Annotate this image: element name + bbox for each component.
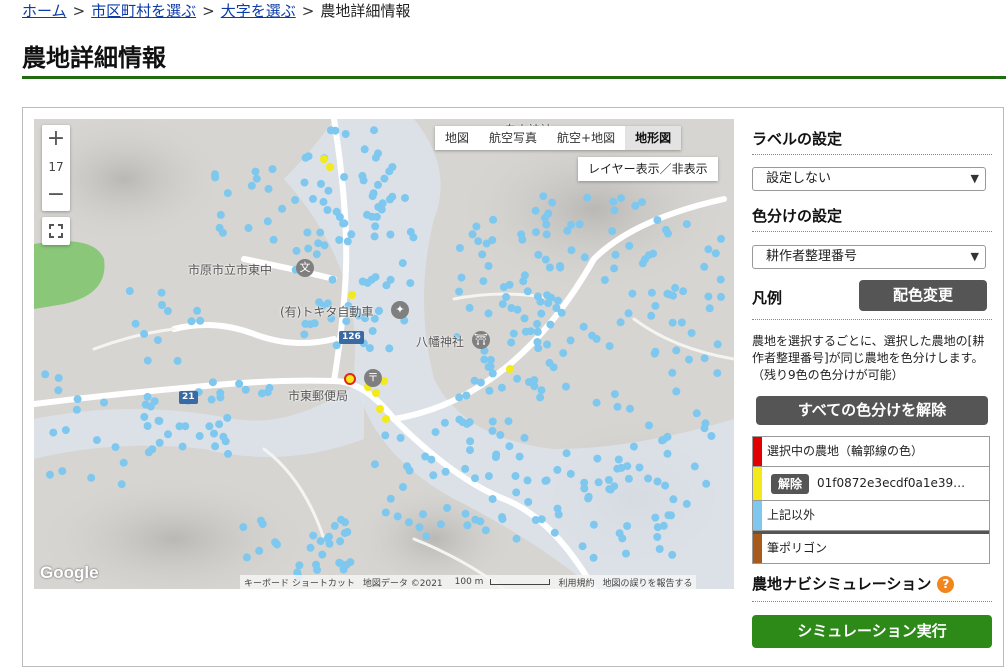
breadcrumb-separator: >: [72, 2, 86, 20]
color-settings-heading: 色分けの設定: [752, 207, 843, 225]
recolor-button[interactable]: 配色変更: [859, 280, 987, 311]
chevron-down-icon: ▼: [970, 250, 979, 263]
map-type-map[interactable]: 地図: [435, 126, 479, 150]
legend-swatch-blue: [753, 501, 762, 530]
breadcrumb: ホーム > 市区町村を選ぶ > 大字を選ぶ > 農地詳細情報: [22, 0, 410, 22]
terms-link[interactable]: 利用規約: [554, 576, 598, 589]
breadcrumb-district-link[interactable]: 大字を選ぶ: [221, 2, 296, 20]
breadcrumb-separator: >: [202, 2, 215, 20]
label-setting-select[interactable]: 設定しない ▼: [752, 167, 986, 191]
title-divider: [22, 76, 1006, 79]
map-type-hybrid[interactable]: 航空+地図: [547, 126, 625, 150]
legend-item-group: 解除 01f0872e3ecdf0a1e39…: [753, 467, 989, 501]
simulation-heading: 農地ナビシミュレーション?: [752, 573, 955, 594]
page-title: 農地詳細情報: [22, 44, 166, 72]
help-icon[interactable]: ?: [937, 576, 955, 593]
shrine-icon: ⛩: [472, 331, 490, 349]
run-simulation-button[interactable]: シミュレーション実行: [752, 615, 992, 648]
color-setting-select[interactable]: 耕作者整理番号 ▼: [752, 245, 986, 269]
legend-swatch-red: [753, 437, 762, 466]
legend-label: 筆ポリゴン: [767, 541, 828, 555]
zoom-level: 17: [48, 160, 64, 174]
map-label-post-office: 市東郵便局: [288, 389, 349, 403]
zoom-in-button[interactable]: +: [42, 125, 70, 153]
wrench-icon: ✦: [391, 301, 409, 319]
legend-swatch-yellow: [753, 467, 762, 500]
farmland-map[interactable]: 市原市立市東中 文 (有)トキタ自動車 ✦ 八幡神社 ⛩ 市東郵便局 〒 白山神…: [34, 119, 734, 589]
legend-item-selected: 選択中の農地（輪郭線の色）: [753, 437, 989, 467]
google-logo: Google: [40, 563, 99, 582]
breadcrumb-city-link[interactable]: 市区町村を選ぶ: [91, 2, 196, 20]
layer-toggle-button[interactable]: レイヤー表示／非表示: [578, 157, 718, 181]
map-label-shrine: 八幡神社: [416, 335, 465, 349]
breadcrumb-home-link[interactable]: ホーム: [22, 2, 67, 20]
map-type-satellite[interactable]: 航空写真: [479, 126, 547, 150]
scale-label: 100 m: [447, 577, 555, 587]
divider: [752, 319, 992, 320]
fullscreen-button[interactable]: [42, 217, 70, 245]
breadcrumb-separator: >: [301, 2, 315, 20]
keyboard-shortcuts-link[interactable]: キーボード ショートカット: [240, 576, 359, 589]
label-settings-heading: ラベルの設定: [752, 130, 843, 148]
legend-swatch-brown: [753, 534, 762, 563]
post-office-icon: 〒: [364, 369, 382, 387]
map-type-terrain[interactable]: 地形図: [625, 126, 682, 150]
report-error-link[interactable]: 地図の誤りを報告する: [598, 576, 696, 589]
chevron-down-icon: ▼: [970, 172, 979, 185]
legend-description: 農地を選択するごとに、選択した農地の[耕作者整理番号]が同じ農地を色分けします。…: [752, 334, 985, 382]
map-label-school: 市原市立市東中: [188, 263, 273, 277]
road-badge-21: 21: [179, 391, 198, 404]
zoom-control: + 17 −: [42, 125, 70, 211]
terrain-layer: [34, 119, 734, 589]
legend-heading: 凡例: [752, 289, 783, 307]
legend-label: 01f0872e3ecdf0a1e39…: [817, 476, 966, 490]
legend-label: 上記以外: [767, 508, 816, 522]
map-footer: キーボード ショートカット 地図データ ©2021 100 m 利用規約 地図の…: [240, 575, 697, 589]
scale-bar: [490, 578, 551, 585]
divider: [752, 231, 992, 232]
map-label-company: (有)トキタ自動車: [280, 305, 374, 319]
divider: [752, 601, 992, 602]
fullscreen-icon: [49, 224, 63, 238]
legend-list: 選択中の農地（輪郭線の色） 解除 01f0872e3ecdf0a1e39… 上記以…: [752, 436, 990, 564]
map-type-control: 地図 航空写真 航空+地図 地形図: [435, 126, 682, 150]
legend-item-other: 上記以外: [753, 501, 989, 531]
clear-all-colors-button[interactable]: すべての色分けを解除: [756, 396, 988, 425]
school-icon: 文: [296, 259, 314, 277]
road-badge-126: 126: [339, 331, 364, 344]
divider: [752, 154, 992, 155]
legend-label: 選択中の農地（輪郭線の色）: [767, 444, 924, 458]
remove-color-button[interactable]: 解除: [771, 473, 810, 494]
map-data-attribution: 地図データ ©2021: [362, 578, 443, 589]
legend-item-polygon: 筆ポリゴン: [753, 531, 989, 563]
breadcrumb-current: 農地詳細情報: [320, 2, 411, 20]
zoom-out-button[interactable]: −: [42, 181, 70, 209]
